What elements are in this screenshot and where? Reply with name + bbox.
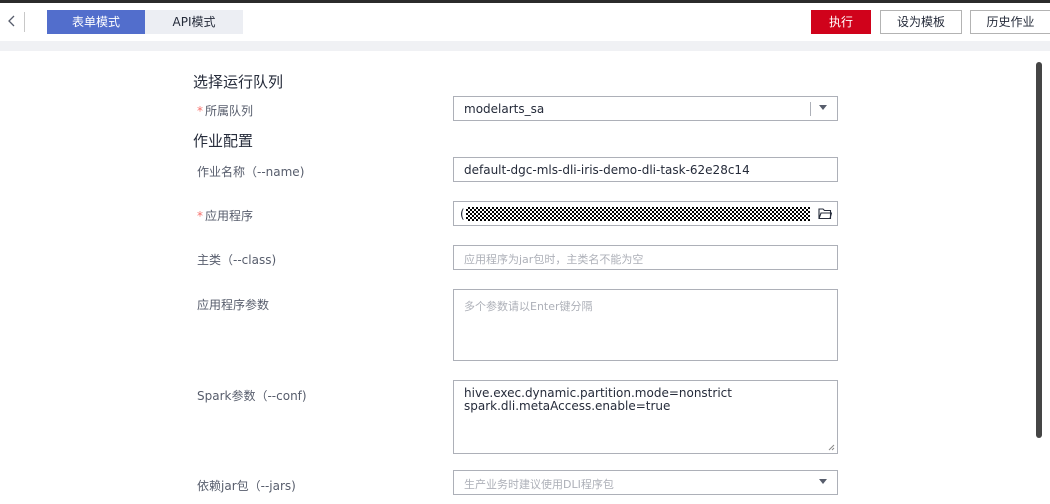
toolbar-separator [0, 41, 1050, 51]
queue-label-text: 所属队列 [205, 104, 254, 118]
tab-api-mode[interactable]: API模式 [145, 10, 243, 34]
required-mark: * [197, 104, 203, 118]
jars-label: 依赖jar包（--jars) [197, 479, 296, 493]
app-params-label: 应用程序参数 [197, 298, 270, 312]
spark-params-textarea[interactable]: hive.exec.dynamic.partition.mode=nonstri… [453, 380, 838, 454]
queue-label: * 所属队列 [197, 102, 253, 119]
vertical-scrollbar[interactable] [1036, 62, 1042, 438]
main-class-label: 主类（--class) [197, 253, 277, 267]
spark-params-label: Spark参数（--conf) [197, 389, 307, 403]
section-title-queue: 选择运行队列 [193, 73, 284, 91]
chevron-down-icon[interactable] [819, 105, 827, 110]
job-name-label: 作业名称（--name) [197, 165, 305, 179]
resize-handle-icon[interactable] [828, 444, 835, 451]
folder-icon[interactable] [818, 207, 832, 220]
app-params-textarea[interactable]: 多个参数请以Enter键分隔 [453, 289, 838, 361]
job-name-value: default-dgc-mls-dli-iris-demo-dli-task-6… [464, 163, 750, 177]
history-jobs-button[interactable]: 历史作业 [970, 10, 1050, 34]
execute-button[interactable]: 执行 [811, 10, 871, 34]
spark-param-line: spark.dli.metaAccess.enable=true [464, 399, 671, 413]
job-name-input[interactable]: default-dgc-mls-dli-iris-demo-dli-task-6… [453, 157, 838, 182]
chevron-down-icon[interactable] [819, 479, 827, 484]
required-mark: * [197, 209, 203, 223]
application-label-text: 应用程序 [205, 209, 254, 223]
toolbar-divider [24, 12, 25, 32]
jars-select[interactable]: 生产业务时建议使用DLI程序包 [453, 470, 838, 495]
application-input[interactable]: ( [453, 201, 838, 226]
queue-select[interactable]: modelarts_sa [453, 96, 838, 121]
application-value: ( [460, 207, 465, 221]
toolbar: 表单模式 API模式 执行 设为模板 历史作业 [0, 3, 1050, 41]
redacted-path [466, 207, 810, 221]
section-title-job-config: 作业配置 [193, 132, 254, 150]
application-label: * 应用程序 [197, 207, 253, 224]
tab-form-mode[interactable]: 表单模式 [47, 10, 145, 34]
app-params-placeholder: 多个参数请以Enter键分隔 [464, 300, 593, 313]
spark-params-value: hive.exec.dynamic.partition.mode=nonstri… [464, 387, 732, 413]
main-class-placeholder: 应用程序为jar包时，主类名不能为空 [464, 253, 644, 266]
main-class-input[interactable]: 应用程序为jar包时，主类名不能为空 [453, 245, 838, 270]
jars-placeholder: 生产业务时建议使用DLI程序包 [464, 478, 614, 491]
back-arrow-icon[interactable] [4, 11, 20, 31]
queue-select-value: modelarts_sa [464, 102, 545, 116]
set-template-button[interactable]: 设为模板 [880, 10, 962, 34]
select-separator [810, 102, 811, 116]
